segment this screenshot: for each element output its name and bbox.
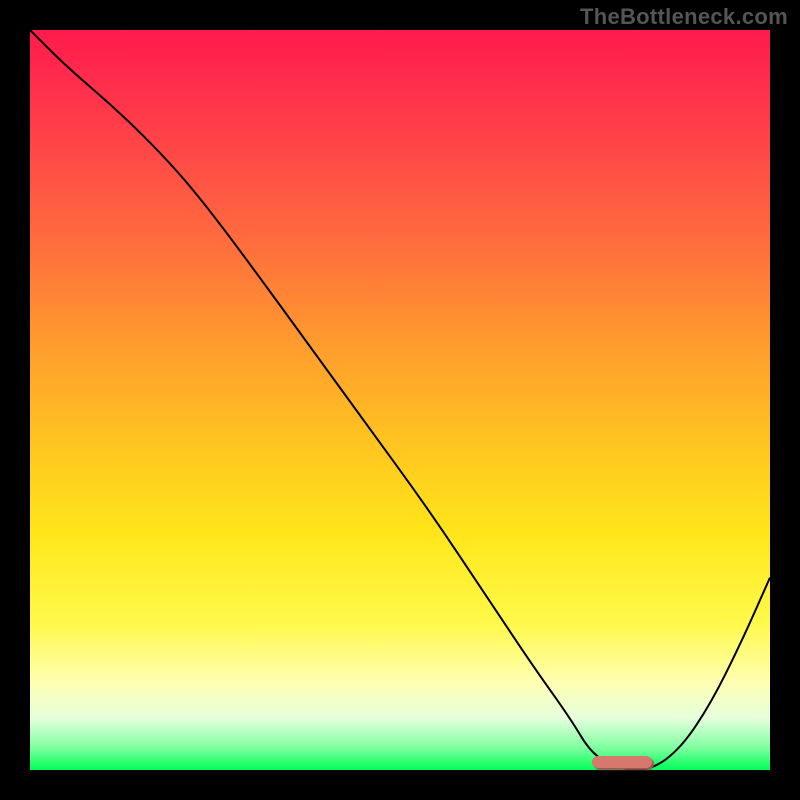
curve-path: [30, 30, 770, 770]
plot-area: [30, 30, 770, 770]
bottleneck-curve: [30, 30, 770, 770]
watermark-text: TheBottleneck.com: [580, 4, 788, 30]
chart-stage: TheBottleneck.com: [0, 0, 800, 800]
optimal-marker: [592, 756, 651, 768]
